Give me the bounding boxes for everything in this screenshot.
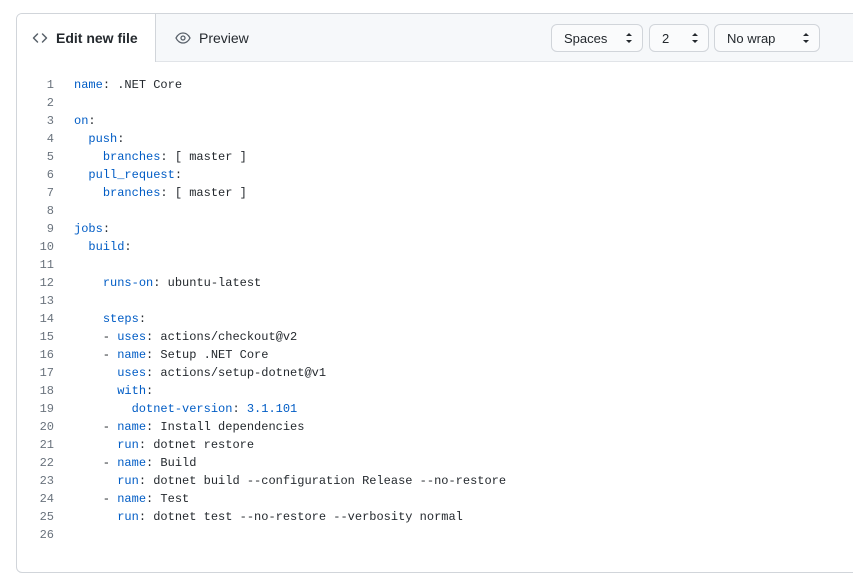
code-line[interactable]: 17 uses: actions/setup-dotnet@v1: [17, 364, 853, 382]
code-text: - name: Setup .NET Core: [74, 348, 269, 362]
line-number: 16: [39, 348, 54, 362]
line-number: 5: [46, 150, 54, 164]
line-number: 15: [39, 330, 54, 344]
indent-mode-value: Spaces: [564, 30, 608, 46]
code-line[interactable]: 16 - name: Setup .NET Core: [17, 346, 853, 364]
code-line[interactable]: 5 branches: [ master ]: [17, 148, 853, 166]
wrap-mode-select[interactable]: No wrap: [714, 24, 820, 52]
code-line[interactable]: 19 dotnet-version: 3.1.101: [17, 400, 853, 418]
code-text: branches: [ master ]: [102, 186, 247, 200]
indent-mode-select[interactable]: Spaces: [551, 24, 643, 52]
code-text: with:: [117, 384, 154, 398]
tab-preview-label: Preview: [199, 30, 249, 46]
code-line[interactable]: 8: [17, 202, 853, 220]
code-line[interactable]: 9 jobs:: [17, 220, 853, 238]
eye-icon: [175, 30, 191, 46]
line-number: 1: [46, 78, 54, 92]
line-number: 17: [39, 366, 54, 380]
line-number: 13: [39, 294, 54, 308]
line-number: 20: [39, 420, 54, 434]
code-text: build:: [88, 240, 132, 254]
code-text: - name: Build: [74, 456, 197, 470]
indent-size-select[interactable]: 2: [649, 24, 709, 52]
line-number: 8: [46, 204, 54, 218]
code-line[interactable]: 22 - name: Build: [17, 454, 853, 472]
tab-edit-label: Edit new file: [56, 30, 138, 46]
wrap-mode-value: No wrap: [727, 30, 776, 46]
tab-preview[interactable]: Preview: [175, 14, 249, 62]
line-number: 24: [39, 492, 54, 506]
code-text: push:: [88, 132, 125, 146]
code-editor[interactable]: 1 name: .NET Core 2 3 on: 4 push: 5 branches: …: [17, 76, 853, 544]
code-line[interactable]: 2: [17, 94, 853, 112]
code-line[interactable]: 14 steps:: [17, 310, 853, 328]
select-caret-icon: [802, 31, 810, 45]
code-line[interactable]: 4 push:: [17, 130, 853, 148]
code-text: dotnet-version: 3.1.101: [131, 402, 298, 416]
tab-edit-new-file[interactable]: Edit new file: [17, 14, 156, 62]
line-number: 11: [39, 258, 54, 272]
line-number: 23: [39, 474, 54, 488]
line-number: 21: [39, 438, 54, 452]
code-line[interactable]: 23 run: dotnet build --configuration Rel…: [17, 472, 853, 490]
code-line[interactable]: 3 on:: [17, 112, 853, 130]
code-text: name: .NET Core: [74, 78, 183, 92]
code-text: on:: [74, 114, 96, 128]
code-line[interactable]: 6 pull_request:: [17, 166, 853, 184]
code-text: - name: Install dependencies: [74, 420, 305, 434]
code-line[interactable]: 24 - name: Test: [17, 490, 853, 508]
editor-header: Edit new file Preview Spaces 2 No wrap: [17, 14, 853, 62]
code-line[interactable]: 10 build:: [17, 238, 853, 256]
line-number: 25: [39, 510, 54, 524]
line-number: 26: [39, 528, 54, 542]
code-text: jobs:: [74, 222, 111, 236]
line-number: 2: [46, 96, 54, 110]
code-line[interactable]: 18 with:: [17, 382, 853, 400]
line-number: 4: [46, 132, 54, 146]
code-text: pull_request:: [88, 168, 183, 182]
line-number: 14: [39, 312, 54, 326]
code-line[interactable]: 7 branches: [ master ]: [17, 184, 853, 202]
code-text: runs-on: ubuntu-latest: [102, 276, 262, 290]
code-text: - uses: actions/checkout@v2: [74, 330, 298, 344]
line-number: 10: [39, 240, 54, 254]
code-line[interactable]: 12 runs-on: ubuntu-latest: [17, 274, 853, 292]
code-text: uses: actions/setup-dotnet@v1: [117, 366, 327, 380]
line-number: 3: [46, 114, 54, 128]
code-text: run: dotnet restore: [117, 438, 255, 452]
code-line[interactable]: 25 run: dotnet test --no-restore --verbo…: [17, 508, 853, 526]
line-number: 19: [39, 402, 54, 416]
code-line[interactable]: 13: [17, 292, 853, 310]
file-editor-panel: Edit new file Preview Spaces 2 No wrap 1…: [16, 13, 853, 573]
indent-size-value: 2: [662, 30, 670, 46]
code-line[interactable]: 1 name: .NET Core: [17, 76, 853, 94]
code-line[interactable]: 26: [17, 526, 853, 544]
code-line[interactable]: 21 run: dotnet restore: [17, 436, 853, 454]
code-text: run: dotnet build --configuration Releas…: [117, 474, 507, 488]
line-number: 18: [39, 384, 54, 398]
code-line[interactable]: 15 - uses: actions/checkout@v2: [17, 328, 853, 346]
code-text: run: dotnet test --no-restore --verbosit…: [117, 510, 463, 524]
code-text: branches: [ master ]: [102, 150, 247, 164]
line-number: 9: [46, 222, 54, 236]
line-number: 12: [39, 276, 54, 290]
line-number: 6: [46, 168, 54, 182]
select-caret-icon: [625, 31, 633, 45]
code-line[interactable]: 20 - name: Install dependencies: [17, 418, 853, 436]
line-number: 22: [39, 456, 54, 470]
line-number: 7: [46, 186, 54, 200]
code-icon: [32, 30, 48, 46]
code-line[interactable]: 11: [17, 256, 853, 274]
select-caret-icon: [691, 31, 699, 45]
code-text: steps:: [102, 312, 147, 326]
code-text: - name: Test: [74, 492, 190, 506]
